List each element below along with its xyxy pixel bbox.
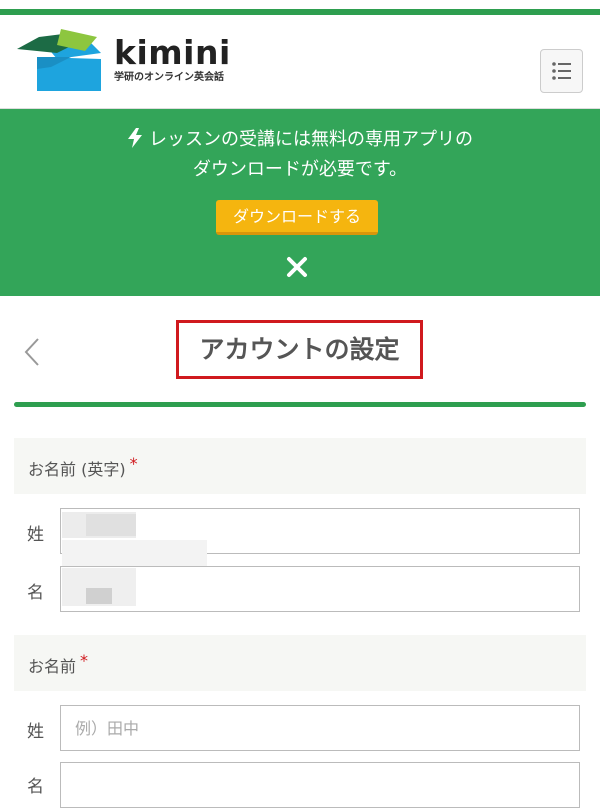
required-mark: * bbox=[129, 454, 138, 473]
chevron-left-icon[interactable] bbox=[22, 336, 42, 368]
page-title-highlight: アカウントの設定 bbox=[176, 320, 423, 379]
lightning-bolt-icon bbox=[128, 128, 142, 148]
name-section-header: お名前 * bbox=[14, 635, 586, 691]
menu-button[interactable] bbox=[540, 49, 583, 93]
brand-block[interactable]: kimini 学研のオンライン英会話 bbox=[114, 35, 231, 85]
brand-name: kimini bbox=[114, 33, 231, 72]
english-first-name-input[interactable] bbox=[60, 566, 580, 612]
close-icon[interactable] bbox=[286, 256, 308, 278]
first-name-label: 名 bbox=[27, 777, 44, 797]
site-header: kimini 学研のオンライン英会話 bbox=[0, 15, 600, 109]
name-section-label-wrap: お名前 * bbox=[28, 651, 89, 677]
title-underline-bar bbox=[14, 402, 586, 407]
banner-text-line1-wrap: レッスンの受講には無料の専用アプリの bbox=[0, 127, 600, 153]
required-mark: * bbox=[80, 651, 89, 670]
first-name-input[interactable] bbox=[60, 762, 580, 808]
english-first-name-label: 名 bbox=[27, 583, 44, 603]
redacted-blur bbox=[86, 588, 112, 604]
english-name-section-label-wrap: お名前 (英字) * bbox=[28, 454, 138, 480]
download-app-button[interactable]: ダウンロードする bbox=[216, 200, 378, 235]
kimini-logo-icon[interactable] bbox=[17, 29, 107, 91]
redacted-blur bbox=[86, 514, 136, 536]
app-download-banner: レッスンの受講には無料の専用アプリの ダウンロードが必要です。 ダウンロードする bbox=[0, 109, 600, 296]
english-name-section-header: お名前 (英字) * bbox=[14, 438, 586, 494]
page-title: アカウントの設定 bbox=[199, 335, 400, 364]
list-menu-icon bbox=[552, 62, 571, 80]
brand-tagline: 学研のオンライン英会話 bbox=[114, 72, 224, 83]
banner-text-line1: レッスンの受講には無料の専用アプリの bbox=[149, 129, 473, 150]
last-name-label: 姓 bbox=[27, 722, 44, 742]
banner-text-line2: ダウンロードが必要です。 bbox=[192, 159, 408, 180]
english-last-name-label: 姓 bbox=[27, 525, 44, 545]
last-name-input[interactable] bbox=[60, 705, 580, 751]
name-label: お名前 bbox=[28, 657, 77, 676]
english-name-label: お名前 (英字) bbox=[28, 460, 126, 479]
